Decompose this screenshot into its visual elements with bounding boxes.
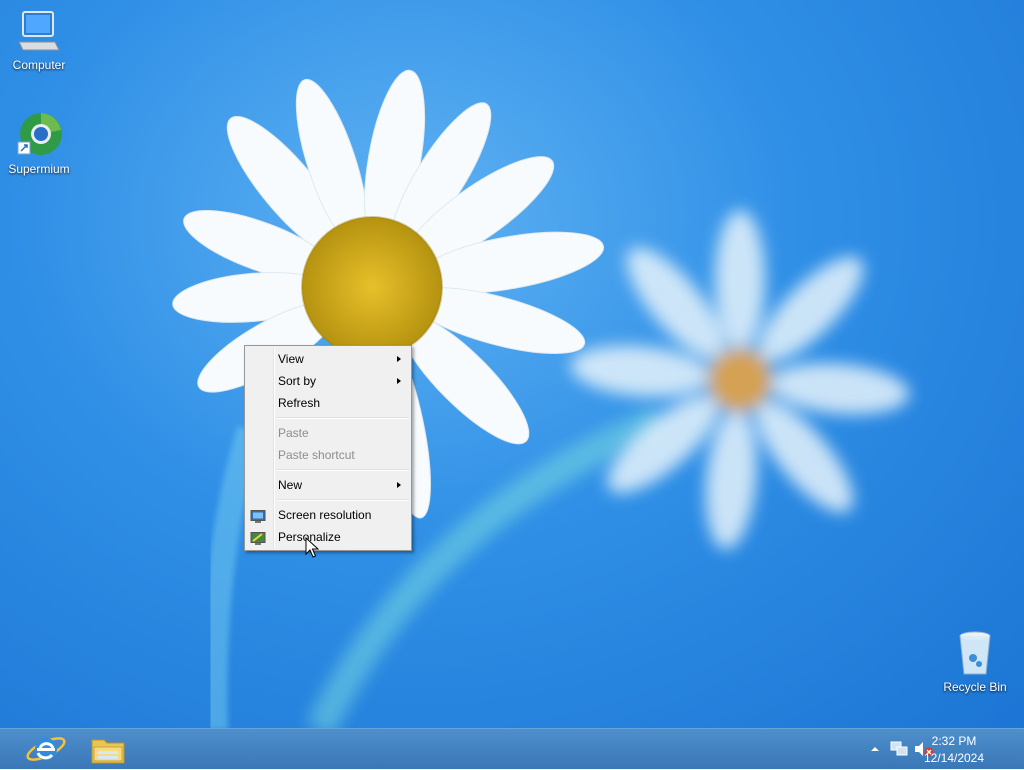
menu-item-label: Screen resolution <box>278 508 372 522</box>
personalize-icon <box>250 530 266 545</box>
menu-separator <box>277 417 409 419</box>
recycle-bin-icon <box>951 630 999 678</box>
internet-explorer-icon <box>26 737 66 761</box>
menu-item-new[interactable]: New <box>245 474 411 496</box>
menu-item-screen-resolution[interactable]: Screen resolution <box>245 504 411 526</box>
supermium-icon <box>15 112 63 160</box>
menu-item-label: Paste shortcut <box>278 448 355 462</box>
menu-item-label: Sort by <box>278 374 317 388</box>
menu-item-label: New <box>278 478 303 492</box>
menu-item-label: View <box>278 352 304 366</box>
submenu-arrow-icon <box>397 356 401 362</box>
menu-separator <box>277 469 409 471</box>
menu-item-sort-by[interactable]: Sort by <box>245 370 411 392</box>
menu-item-label: Refresh <box>278 396 321 410</box>
menu-item-view[interactable]: View <box>245 348 411 370</box>
show-hidden-icons-arrow[interactable] <box>870 744 880 754</box>
clock-date[interactable]: 12/14/2024 <box>914 751 994 765</box>
mouse-pointer-icon <box>305 537 319 558</box>
taskbar-internet-explorer-button[interactable] <box>22 731 70 767</box>
desktop[interactable]: Computer Supermium Recycle Bin View Sort… <box>0 0 1024 728</box>
desktop-icon-label: Computer <box>12 58 66 72</box>
monitor-icon <box>250 508 266 523</box>
network-icon[interactable] <box>890 741 908 757</box>
desktop-icon-label: Recycle Bin <box>943 680 1007 694</box>
menu-item-paste-shortcut[interactable]: Paste shortcut <box>245 444 411 466</box>
menu-item-personalize[interactable]: Personalize <box>245 526 411 548</box>
supermium-desktop-icon[interactable]: Supermium <box>2 112 76 176</box>
menu-item-refresh[interactable]: Refresh <box>245 392 411 414</box>
taskbar-file-explorer-button[interactable] <box>84 731 132 767</box>
submenu-arrow-icon <box>397 378 401 384</box>
clock-time[interactable]: 2:32 PM <box>914 734 994 748</box>
computer-desktop-icon[interactable]: Computer <box>2 8 76 72</box>
menu-separator <box>277 499 409 501</box>
menu-item-label: Paste <box>278 426 309 440</box>
recycle-bin-desktop-icon[interactable]: Recycle Bin <box>938 630 1012 694</box>
computer-icon <box>15 8 63 56</box>
taskbar: 2:32 PM 12/14/2024 <box>0 728 1024 769</box>
desktop-context-menu: View Sort by Refresh Paste Paste shortcu… <box>244 345 412 551</box>
menu-item-paste[interactable]: Paste <box>245 422 411 444</box>
desktop-icon-label: Supermium <box>8 162 70 176</box>
submenu-arrow-icon <box>397 482 401 488</box>
file-explorer-icon <box>91 739 125 764</box>
wallpaper-daisy-image <box>172 69 910 728</box>
